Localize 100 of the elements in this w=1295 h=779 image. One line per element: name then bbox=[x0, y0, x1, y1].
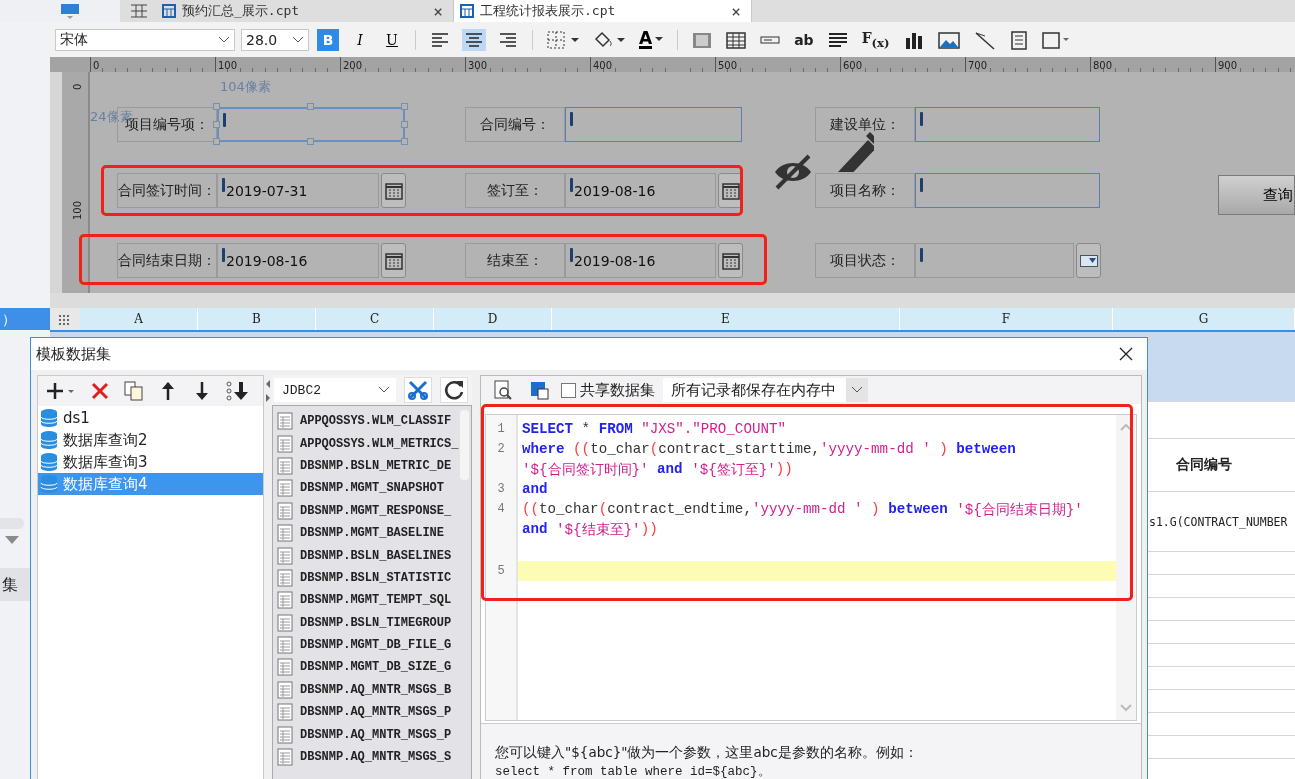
resize-handle[interactable] bbox=[401, 120, 408, 128]
caret-icon bbox=[655, 37, 664, 42]
dialog-title: 模板数据集 bbox=[36, 344, 111, 364]
calendar-button[interactable] bbox=[718, 243, 743, 278]
dataset-item[interactable]: 数据库查询3 bbox=[38, 451, 263, 473]
table-item[interactable]: APPQOSSYS.WLM_CLASSIF bbox=[273, 410, 471, 433]
splitter-arrows-icon[interactable] bbox=[265, 379, 271, 403]
table-icon bbox=[277, 613, 293, 632]
cache-mode-select[interactable]: 所有记录都保存在内存中 bbox=[663, 378, 868, 402]
border-icon[interactable] bbox=[546, 29, 580, 50]
table-item[interactable]: DBSNMP.BSLN_METRIC_DE bbox=[273, 454, 471, 478]
resize-handle[interactable] bbox=[213, 120, 220, 128]
ruler-number: 700 bbox=[967, 60, 988, 72]
close-icon[interactable] bbox=[1119, 347, 1133, 361]
column-header[interactable]: B bbox=[198, 308, 316, 330]
text-widget-button[interactable]: ab bbox=[794, 31, 814, 48]
input-field[interactable] bbox=[915, 107, 1100, 142]
connection-select[interactable]: JDBC2 bbox=[274, 378, 396, 402]
table-item[interactable]: DBSNMP.AQ_MNTR_MSGS_P bbox=[273, 723, 471, 746]
table-icon bbox=[277, 725, 293, 744]
sql-editor[interactable] bbox=[485, 414, 1137, 721]
calendar-button[interactable] bbox=[381, 243, 406, 278]
file-tab[interactable]: 工程统计报表展示.cpt × bbox=[454, 0, 752, 22]
column-header[interactable]: C bbox=[316, 308, 434, 330]
table-item[interactable]: DBSNMP.BSLN_TIMEGROUP bbox=[273, 611, 471, 634]
connection-settings-button[interactable] bbox=[404, 377, 432, 403]
formula-button[interactable]: F$_{(x)}$ bbox=[861, 29, 890, 50]
input-field[interactable]: 2019-08-16 bbox=[565, 173, 716, 208]
bold-button[interactable]: B bbox=[317, 28, 339, 51]
table-item[interactable]: DBSNMP.MGMT_RESPONSE_ bbox=[273, 499, 471, 522]
table-item[interactable]: DBSNMP.AQ_MNTR_MSGS_S bbox=[273, 745, 471, 769]
input-field[interactable] bbox=[915, 173, 1100, 208]
size-select[interactable]: 28.0 bbox=[241, 28, 309, 51]
table-grid-icon[interactable] bbox=[725, 29, 748, 50]
code-line: where ((to_char(contract_starttime,'yyyy-mm-dd ' ) between bbox=[521, 440, 1017, 459]
table-item[interactable]: DBSNMP.BSLN_STATISTIC bbox=[273, 566, 471, 590]
preview-icon[interactable] bbox=[492, 379, 514, 401]
input-field[interactable]: 2019-08-16 bbox=[565, 243, 716, 278]
grid-icon[interactable] bbox=[130, 3, 148, 19]
query-button[interactable]: 查询 bbox=[1218, 175, 1295, 215]
code-line: and '${结束至}')) bbox=[521, 520, 659, 539]
table-icon bbox=[460, 4, 474, 18]
table-item[interactable]: APPQOSSYS.WLM_METRICS_ bbox=[273, 432, 471, 455]
paint-bucket-icon[interactable] bbox=[592, 29, 626, 50]
copy-icon[interactable] bbox=[123, 380, 145, 402]
table-item[interactable]: DBSNMP.MGMT_TEMPT_SQL bbox=[273, 589, 471, 612]
table-item[interactable]: DBSNMP.MGMT_DB_FILE_G bbox=[273, 633, 471, 657]
document-icon[interactable] bbox=[1008, 29, 1029, 50]
ruler-number: 300 bbox=[467, 60, 488, 72]
table-item[interactable]: DBSNMP.MGMT_DB_SIZE_G bbox=[273, 656, 471, 679]
column-header[interactable]: G bbox=[1113, 308, 1295, 330]
input-field[interactable] bbox=[565, 107, 742, 142]
ruler-number: 600 bbox=[842, 60, 863, 72]
column-header[interactable]: D bbox=[434, 308, 552, 330]
underline-button[interactable]: U bbox=[381, 28, 403, 51]
column-header[interactable]: A bbox=[80, 308, 198, 330]
frame-icon[interactable] bbox=[1040, 29, 1071, 50]
database-icon bbox=[40, 474, 58, 494]
table-item[interactable]: DBSNMP.BSLN_BASELINES bbox=[273, 544, 471, 567]
resize-handle[interactable] bbox=[307, 138, 314, 145]
close-button[interactable]: × bbox=[731, 1, 741, 21]
scroll-up-icon[interactable] bbox=[1120, 423, 1132, 431]
input-field[interactable]: 2019-07-31 bbox=[217, 173, 379, 208]
italic-button[interactable]: I bbox=[349, 28, 371, 51]
chevron-icon bbox=[292, 35, 304, 44]
resize-handle[interactable] bbox=[213, 138, 220, 145]
database-export-icon[interactable] bbox=[528, 379, 550, 401]
table-item[interactable]: DBSNMP.MGMT_BASELINE bbox=[273, 521, 471, 545]
font-color-button[interactable]: A bbox=[637, 28, 666, 51]
table-item[interactable]: DBSNMP.MGMT_SNAPSHOT bbox=[273, 477, 471, 500]
ruler-number: 0 bbox=[72, 83, 83, 90]
resize-handle[interactable] bbox=[401, 103, 408, 110]
delete-icon[interactable] bbox=[89, 380, 111, 402]
column-header[interactable]: E bbox=[552, 308, 900, 330]
sort-icon[interactable] bbox=[225, 380, 251, 402]
close-button[interactable]: × bbox=[433, 1, 443, 21]
refresh-button[interactable] bbox=[440, 377, 468, 403]
select-all-icon[interactable] bbox=[50, 308, 80, 330]
table-item[interactable]: DBSNMP.AQ_MNTR_MSGS_B bbox=[273, 678, 471, 702]
calendar-button[interactable] bbox=[381, 173, 406, 208]
table-icon bbox=[277, 680, 293, 699]
table-item[interactable]: DBSNMP.AQ_MNTR_MSGS_P bbox=[273, 701, 471, 724]
table-icon bbox=[277, 546, 293, 565]
resize-handle[interactable] bbox=[401, 138, 408, 145]
dropdown-button[interactable] bbox=[1076, 243, 1101, 278]
add-icon[interactable] bbox=[45, 380, 77, 402]
input-field[interactable]: 2019-08-16 bbox=[217, 243, 379, 278]
align-center-button[interactable] bbox=[462, 28, 486, 51]
resize-handle[interactable] bbox=[213, 103, 220, 110]
column-header[interactable]: F bbox=[900, 308, 1113, 330]
field-label: 合同结束日期： bbox=[117, 243, 217, 278]
dataset-item[interactable]: ds1 bbox=[38, 407, 263, 429]
input-field[interactable] bbox=[915, 243, 1074, 278]
share-checkbox[interactable]: 共享数据集 bbox=[561, 380, 655, 400]
report-icon[interactable] bbox=[59, 3, 81, 19]
image-icon[interactable] bbox=[936, 29, 961, 50]
font-select[interactable]: 宋体 bbox=[55, 28, 235, 51]
field-label: 合同签订时间： bbox=[117, 173, 217, 208]
dataset-item[interactable]: 数据库查询2 bbox=[38, 429, 263, 451]
resize-handle[interactable] bbox=[307, 103, 314, 110]
